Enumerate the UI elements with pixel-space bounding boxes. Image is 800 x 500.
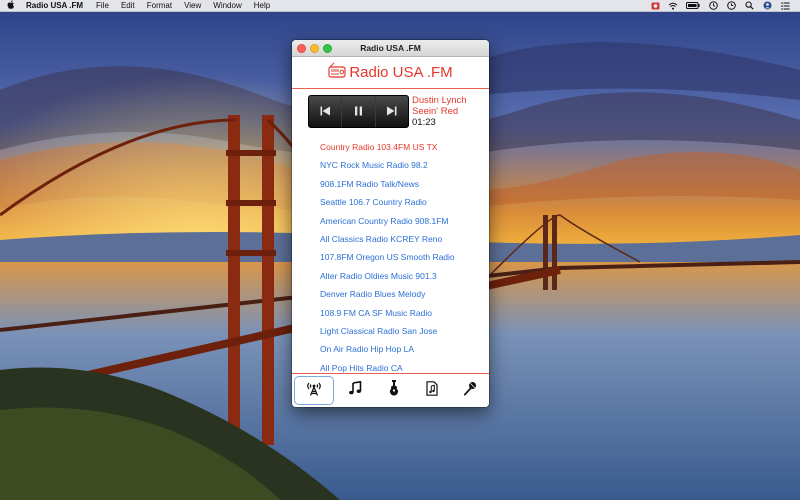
station-list: Country Radio 103.4FM US TX NYC Rock Mus… [292,129,489,377]
station-item[interactable]: 107.8FM Oregon US Smooth Radio [292,248,489,266]
minimize-window-button[interactable] [310,43,319,53]
next-track-button[interactable] [376,96,408,127]
record-icon[interactable] [650,2,660,10]
player-panel: Dustin Lynch Seein' Red 01:23 [292,89,489,129]
radio-tower-icon [306,380,322,401]
menubar-app-name[interactable]: Radio USA .FM [22,1,90,10]
menu-edit[interactable]: Edit [115,1,141,10]
battery-icon[interactable] [686,2,700,10]
station-item[interactable]: 908.1FM Radio Talk/News [292,175,489,193]
zoom-window-button[interactable] [323,43,332,53]
now-playing-time: 01:23 [412,117,436,128]
spotlight-search-icon[interactable] [744,1,754,10]
radio-logo-icon [328,62,346,83]
station-item[interactable]: Country Radio 103.4FM US TX [292,138,489,156]
time-machine-icon[interactable] [726,1,736,10]
station-item[interactable]: NYC Rock Music Radio 98.2 [292,156,489,174]
menu-view[interactable]: View [178,1,207,10]
station-item[interactable]: Light Classical Radio San Jose [292,322,489,340]
menu-window[interactable]: Window [207,1,247,10]
app-logo: Radio USA .FM [292,57,489,89]
radio-app-window: Radio USA .FM Radio USA .FM Dustin Lynch… [292,40,489,407]
skip-next-icon [386,103,397,121]
playback-controls [308,95,409,128]
menubar-status-area [650,1,800,10]
user-icon[interactable] [762,1,772,10]
now-playing-artist: Dustin Lynch [412,95,467,106]
notification-center-icon[interactable] [780,1,790,10]
now-playing-track: Seein' Red [412,106,459,117]
wifi-icon[interactable] [668,2,678,10]
station-item[interactable]: Denver Radio Blues Melody [292,285,489,303]
station-item[interactable]: American Country Radio 908.1FM [292,212,489,230]
music-file-icon [426,380,438,401]
station-item[interactable]: All Classics Radio KCREY Reno [292,230,489,248]
menu-format[interactable]: Format [141,1,178,10]
menu-help[interactable]: Help [248,1,276,10]
bottom-tab-bar [292,373,489,407]
apple-logo-icon[interactable] [0,0,22,11]
now-playing-info: Dustin Lynch Seein' Red 01:23 [409,95,467,128]
window-titlebar[interactable]: Radio USA .FM [292,40,489,57]
menu-bar: Radio USA .FM File Edit Format View Wind… [0,0,800,12]
guitar-icon [388,380,400,401]
tab-music[interactable] [336,374,374,407]
logo-text: Radio USA .FM [349,64,453,81]
station-item[interactable]: 108.9 FM CA SF Music Radio [292,304,489,322]
station-item[interactable]: On Air Radio Hip Hop LA [292,340,489,358]
tab-radio[interactable] [294,376,335,405]
menu-file[interactable]: File [90,1,115,10]
window-controls [292,43,332,53]
tab-microphone[interactable] [451,374,489,407]
close-window-button[interactable] [297,43,306,53]
music-note-icon [348,380,362,400]
station-item[interactable]: Seattle 106.7 Country Radio [292,193,489,211]
station-item[interactable]: Alter Radio Oldies Music 901.3 [292,267,489,285]
tab-music-file[interactable] [413,374,451,407]
pause-icon [354,103,363,121]
previous-track-button[interactable] [309,96,343,127]
clock-icon[interactable] [708,1,718,10]
skip-previous-icon [320,103,331,121]
microphone-icon [462,381,477,401]
pause-button[interactable] [342,96,376,127]
tab-guitar[interactable] [374,374,412,407]
